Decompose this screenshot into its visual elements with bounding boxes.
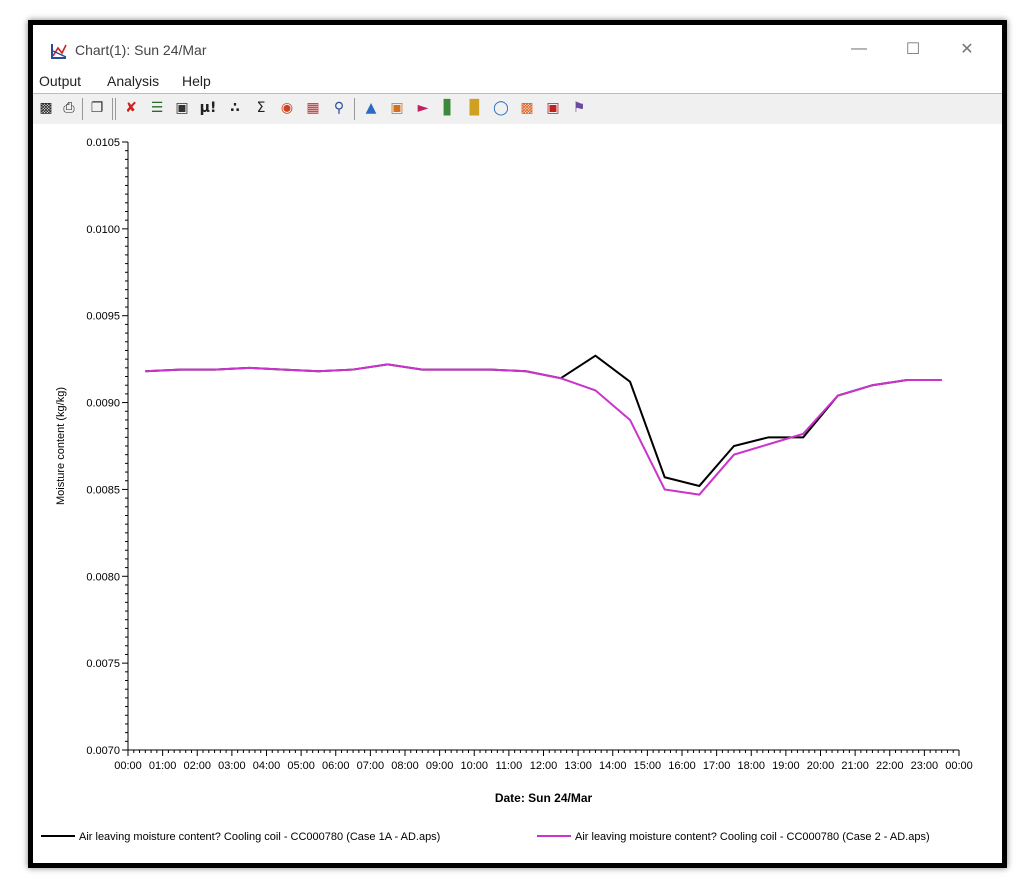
stats-icon[interactable]: ∴	[226, 99, 244, 117]
copy-icon[interactable]: ❐	[88, 99, 106, 117]
x-axis-label: Date: Sun 24/Mar	[495, 791, 593, 805]
menu-analysis[interactable]: Analysis	[107, 73, 159, 89]
y-tick-label: 0.0075	[86, 658, 120, 670]
x-tick-label: 12:00	[530, 760, 558, 772]
x-tick-label: 01:00	[149, 760, 177, 772]
menu-output[interactable]: Output	[39, 73, 81, 89]
x-tick-label: 09:00	[426, 760, 454, 772]
print-icon[interactable]: ⎙	[60, 99, 78, 117]
x-tick-label: 20:00	[807, 760, 835, 772]
x-tick-label: 05:00	[287, 760, 315, 772]
x-tick-label: 11:00	[496, 760, 523, 772]
y-axis-label: Moisture content (kg/kg)	[55, 387, 67, 505]
column-chart-icon[interactable]: ▉	[466, 99, 484, 117]
x-tick-label: 18:00	[737, 760, 765, 772]
x-tick-label: 21:00	[841, 760, 869, 772]
toolbar: ▩ ⎙ ❐ ✘ ☰ ▣ μ! ∴ Σ ◉ ▦ ⚲ ▲ ▣ ► ▋ ▉ ◯ ▩ ▣…	[33, 93, 1002, 124]
camera-icon[interactable]: ▣	[173, 99, 191, 117]
x-tick-label: 04:00	[253, 760, 281, 772]
sum-icon[interactable]: Σ	[252, 99, 270, 117]
x-tick-label: 00:00	[114, 760, 142, 772]
x-tick-label: 23:00	[911, 760, 939, 772]
y-tick-label: 0.0080	[86, 571, 120, 583]
close-button[interactable]: ✕	[949, 35, 985, 63]
chart-app-icon	[51, 44, 67, 59]
save-icon[interactable]: ▩	[37, 99, 55, 117]
x-tick-label: 15:00	[634, 760, 662, 772]
y-tick-label: 0.0100	[86, 224, 120, 236]
y-tick-label: 0.0070	[86, 745, 120, 757]
line-chart: 0.0070 0.0075 0.0080 0.0085 0.0090 0.0095 0.01…	[41, 137, 973, 843]
legend-label-2: Air leaving moisture content? Cooling co…	[575, 831, 930, 843]
y-tick-label: 0.0105	[86, 137, 120, 149]
bar-chart-icon[interactable]: ▋	[440, 99, 458, 117]
scan-icon[interactable]: ⚑	[570, 99, 588, 117]
x-tick-label: 08:00	[391, 760, 419, 772]
contour-icon[interactable]: ▣	[544, 99, 562, 117]
x-tick-label: 06:00	[322, 760, 350, 772]
x-tick-label: 10:00	[460, 760, 488, 772]
menu-bar: Output Analysis Help	[33, 69, 1002, 93]
y-tick-label: 0.0090	[86, 398, 120, 410]
heatmap-icon[interactable]: ▩	[518, 99, 536, 117]
gauge-icon[interactable]: ◉	[278, 99, 296, 117]
minimize-button[interactable]: —	[841, 35, 877, 63]
x-tick-label: 22:00	[876, 760, 904, 772]
x-tick-label: 17:00	[703, 760, 731, 772]
x-tick-label: 02:00	[183, 760, 211, 772]
line-chart-icon[interactable]: ✘	[122, 99, 140, 117]
window-title: Chart(1): Sun 24/Mar	[75, 42, 207, 58]
title-bar[interactable]: Chart(1): Sun 24/Mar — ☐ ✕	[33, 25, 1002, 69]
x-tick-label: 07:00	[357, 760, 385, 772]
stats-mu-icon[interactable]: μ!	[199, 99, 217, 117]
y-tick-label: 0.0085	[86, 484, 120, 496]
legend-icon[interactable]: ☰	[148, 99, 166, 117]
x-tick-label: 13:00	[564, 760, 592, 772]
menu-help[interactable]: Help	[182, 73, 211, 89]
maximize-button[interactable]: ☐	[895, 35, 931, 63]
x-tick-label: 19:00	[772, 760, 800, 772]
donut-chart-icon[interactable]: ◯	[492, 99, 510, 117]
range-chart-icon[interactable]: ►	[414, 99, 432, 117]
x-tick-label: 14:00	[599, 760, 627, 772]
x-tick-label: 16:00	[668, 760, 696, 772]
y-tick-label: 0.0095	[86, 311, 120, 323]
area-chart-icon[interactable]: ▲	[362, 99, 380, 117]
series-line-2	[145, 363, 942, 496]
legend-label-1: Air leaving moisture content? Cooling co…	[79, 831, 440, 843]
x-tick-label: 00:00	[945, 760, 973, 772]
zoom-chart-icon[interactable]: ⚲	[330, 99, 348, 117]
table-icon[interactable]: ▦	[304, 99, 322, 117]
x-tick-label: 03:00	[218, 760, 246, 772]
stacked-area-icon[interactable]: ▣	[388, 99, 406, 117]
chart-window: Chart(1): Sun 24/Mar — ☐ ✕ Output Analys…	[28, 20, 1007, 868]
